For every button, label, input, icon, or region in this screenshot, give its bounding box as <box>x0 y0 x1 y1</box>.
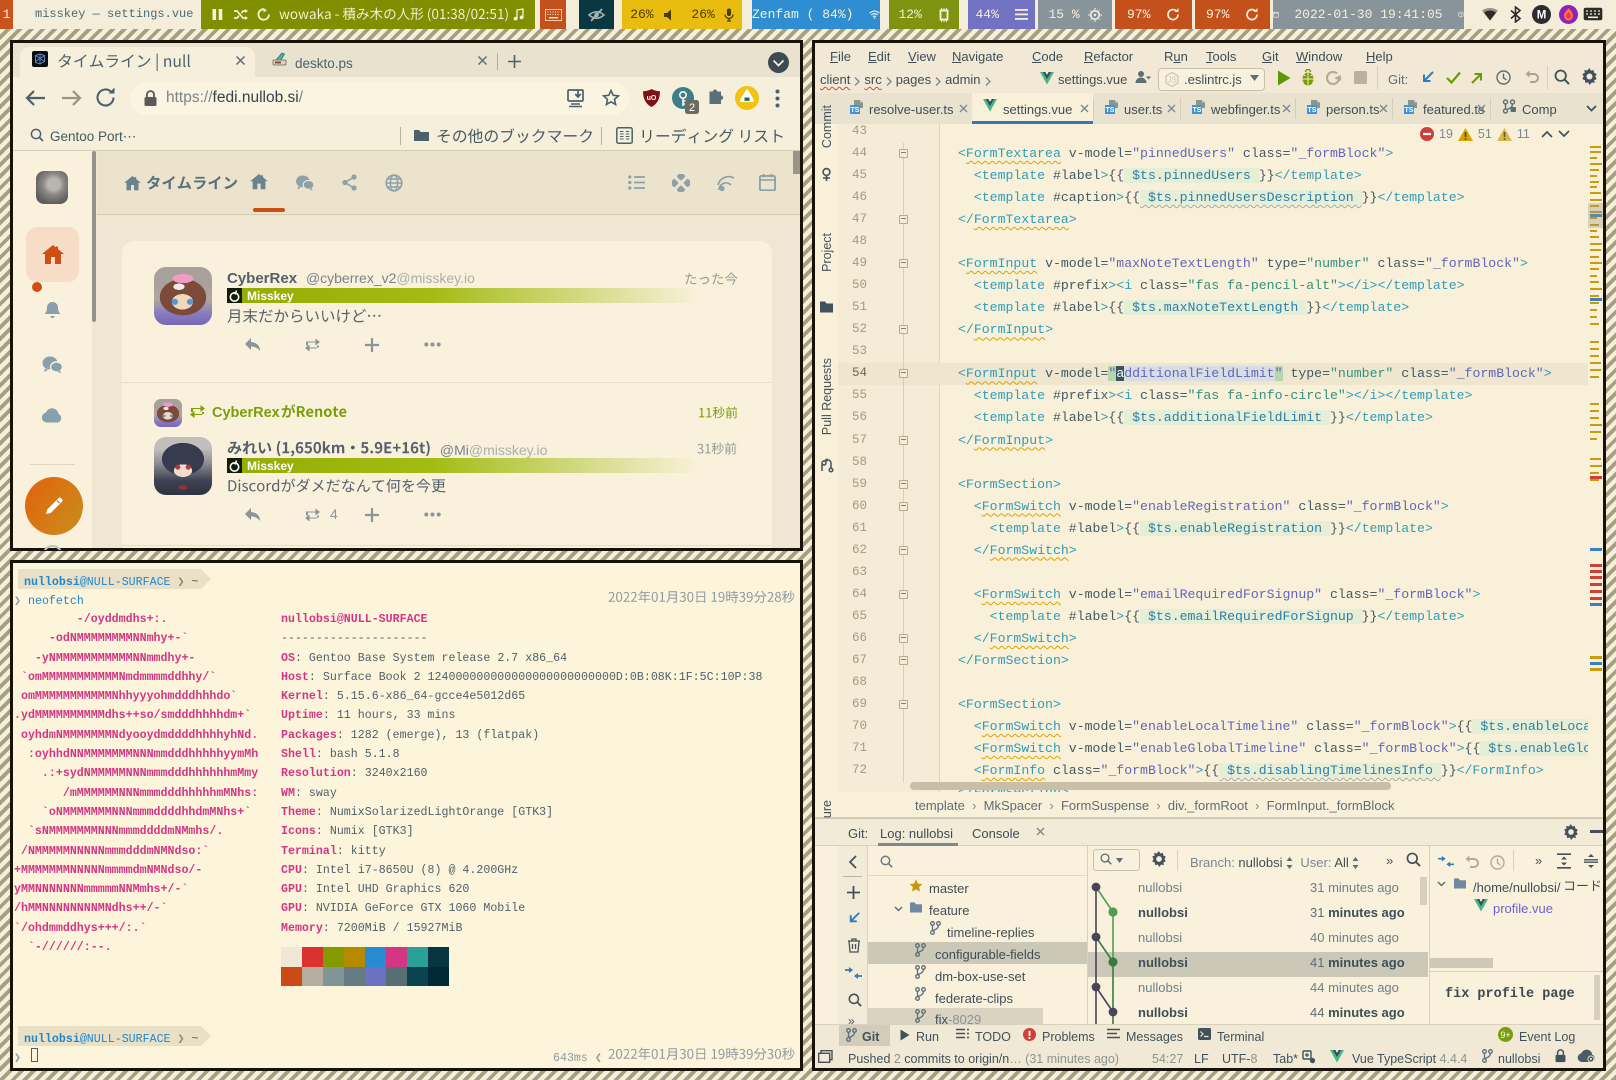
svg-text:TS: TS <box>1106 107 1115 114</box>
svg-text:TS: TS <box>1193 107 1202 114</box>
svg-text:2: 2 <box>689 102 695 114</box>
svg-text:uO: uO <box>647 95 657 102</box>
svg-text:9+: 9+ <box>1500 1030 1510 1040</box>
svg-text:TS: TS <box>851 107 860 114</box>
svg-text:M: M <box>1537 10 1547 22</box>
svg-text:JS: JS <box>1167 76 1176 85</box>
svg-text:TS: TS <box>1405 107 1414 114</box>
svg-text:TS: TS <box>1308 107 1317 114</box>
